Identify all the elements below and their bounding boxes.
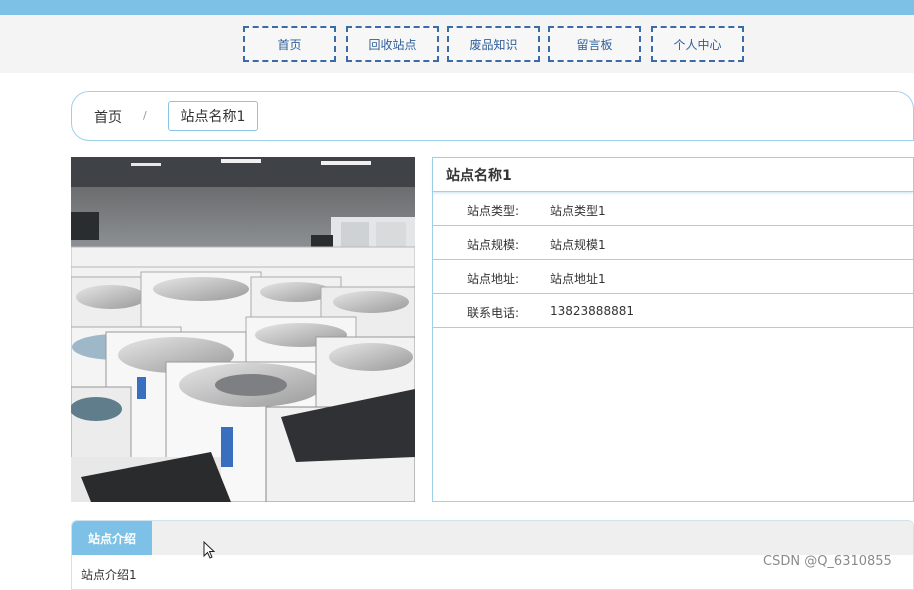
contact-phone-label: 联系电话:: [467, 306, 520, 320]
station-name-title: 站点名称1: [433, 158, 913, 192]
station-type-value: 站点类型1: [550, 204, 606, 218]
nav-item-home[interactable]: 首页: [243, 26, 336, 62]
breadcrumb-current-item: 站点名称1: [168, 101, 258, 131]
nav-item-waste-knowledge[interactable]: 废品知识: [447, 26, 540, 62]
station-address-label: 站点地址:: [467, 272, 520, 286]
mouse-cursor-icon: [203, 540, 216, 563]
station-scale-label: 站点规模:: [467, 238, 520, 252]
station-info-panel: 站点名称1 站点类型: 站点类型1 站点规模: 站点规模1 站点地址: 站点地址…: [432, 157, 914, 502]
station-address-value: 站点地址1: [550, 272, 606, 286]
breadcrumb-separator: /: [143, 109, 147, 122]
nav-item-personal-center[interactable]: 个人中心: [651, 26, 744, 62]
station-intro-content: 站点介绍1: [81, 568, 137, 582]
breadcrumb-home-link[interactable]: 首页: [94, 107, 122, 127]
info-row-station-address: 站点地址: 站点地址1: [433, 260, 913, 294]
info-row-station-type: 站点类型: 站点类型1: [433, 192, 913, 226]
watermark: CSDN @Q_6310855: [763, 554, 892, 569]
nav-item-recycling-stations[interactable]: 回收站点: [346, 26, 439, 62]
info-row-contact-phone: 联系电话: 13823888881: [433, 294, 913, 328]
nav-item-message-board[interactable]: 留言板: [548, 26, 641, 62]
station-photo: [71, 157, 415, 502]
contact-phone-value: 13823888881: [550, 304, 634, 318]
tab-strip: [72, 521, 913, 555]
info-row-station-scale: 站点规模: 站点规模1: [433, 226, 913, 260]
station-scale-value: 站点规模1: [550, 238, 606, 252]
tab-station-intro[interactable]: 站点介绍: [72, 521, 152, 555]
top-accent-bar: [0, 0, 914, 15]
station-type-label: 站点类型:: [467, 204, 520, 218]
